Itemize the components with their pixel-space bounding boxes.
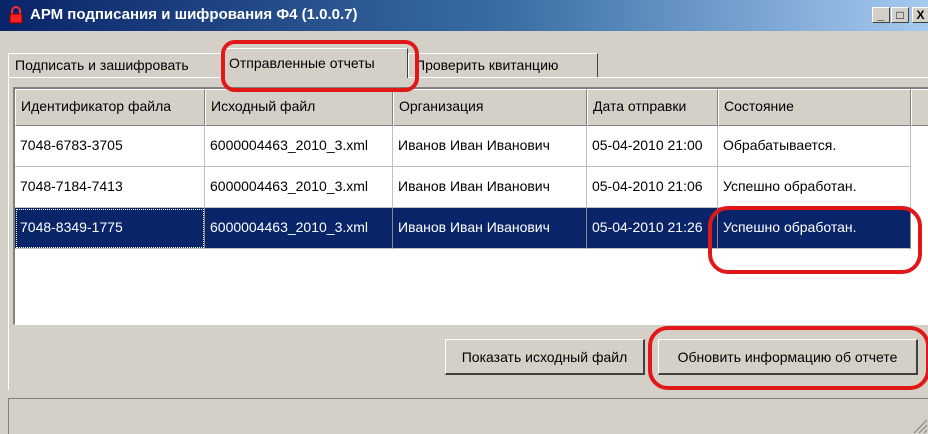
column-header-filler (911, 89, 928, 126)
tab-check-receipt[interactable]: Проверить квитанцию (408, 53, 598, 77)
column-header-status[interactable]: Состояние (718, 89, 911, 126)
cell-status: Обрабатывается. (718, 126, 911, 167)
maximize-button[interactable]: □ (891, 7, 909, 23)
cell-file-id: 7048-7184-7413 (15, 167, 205, 208)
table-row[interactable]: 7048-6783-3705 6000004463_2010_3.xml Ива… (15, 126, 911, 167)
cell-send-date: 05-04-2010 21:00 (587, 126, 718, 167)
table-row[interactable]: 7048-7184-7413 6000004463_2010_3.xml Ива… (15, 167, 911, 208)
minimize-button[interactable]: _ (872, 7, 890, 23)
cell-send-date: 05-04-2010 21:26 (587, 208, 718, 249)
column-header-file-id[interactable]: Идентификатор файла (15, 89, 205, 126)
lock-icon (9, 6, 23, 24)
cell-organization: Иванов Иван Иванович (393, 208, 587, 249)
table-row-selected[interactable]: 7048-8349-1775 6000004463_2010_3.xml Ива… (15, 208, 911, 249)
cell-source-file: 6000004463_2010_3.xml (205, 208, 393, 249)
column-header-organization[interactable]: Организация (393, 89, 587, 126)
column-header-send-date[interactable]: Дата отправки (587, 89, 718, 126)
close-button[interactable]: X (912, 7, 928, 23)
refresh-report-info-button[interactable]: Обновить информацию об отчете (658, 339, 918, 375)
reports-table[interactable]: Идентификатор файла Исходный файл Органи… (13, 87, 928, 325)
cell-status: Успешно обработан. (718, 167, 911, 208)
window-title: АРМ подписания и шифрования Ф4 (1.0.0.7) (30, 6, 358, 23)
title-bar[interactable]: АРМ подписания и шифрования Ф4 (1.0.0.7)… (0, 0, 928, 31)
cell-status: Успешно обработан. (718, 208, 911, 249)
table-header: Идентификатор файла Исходный файл Органи… (15, 89, 928, 126)
show-source-file-button[interactable]: Показать исходный файл (445, 339, 645, 375)
status-bar (8, 398, 928, 434)
app-window: АРМ подписания и шифрования Ф4 (1.0.0.7)… (0, 0, 928, 434)
cell-file-id: 7048-8349-1775 (15, 208, 205, 249)
cell-source-file: 6000004463_2010_3.xml (205, 167, 393, 208)
cell-organization: Иванов Иван Иванович (393, 126, 587, 167)
column-header-source-file[interactable]: Исходный файл (205, 89, 393, 126)
cell-send-date: 05-04-2010 21:06 (587, 167, 718, 208)
cell-source-file: 6000004463_2010_3.xml (205, 126, 393, 167)
resize-grip-icon[interactable] (910, 416, 928, 434)
tab-sent-reports[interactable]: Отправленные отчеты (222, 48, 408, 78)
tab-strip: Подписать и зашифровать Отправленные отч… (0, 48, 928, 78)
cell-organization: Иванов Иван Иванович (393, 167, 587, 208)
tab-sign-encrypt[interactable]: Подписать и зашифровать (8, 53, 222, 77)
cell-file-id: 7048-6783-3705 (15, 126, 205, 167)
